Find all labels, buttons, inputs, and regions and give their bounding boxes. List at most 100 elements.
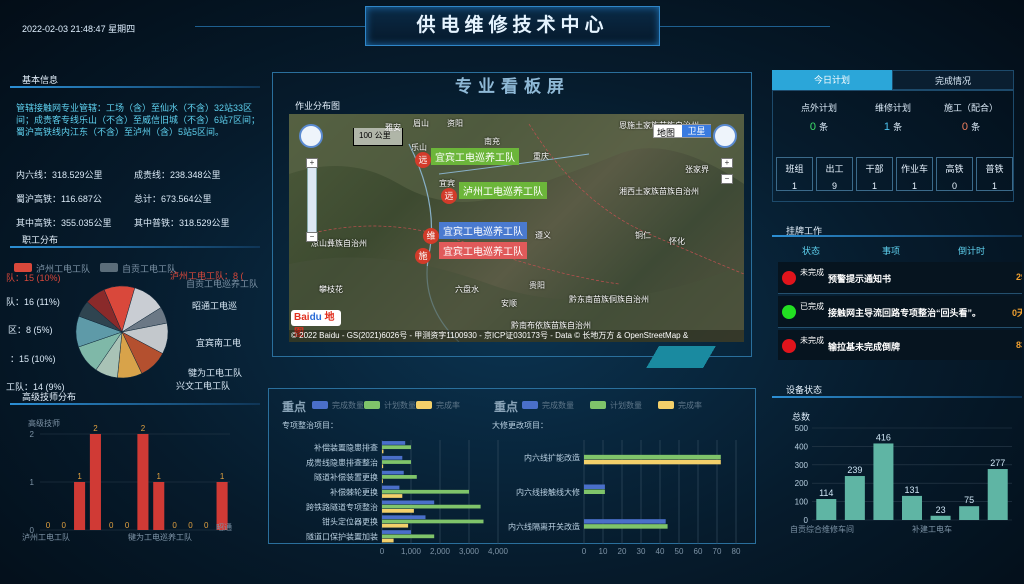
bar <box>382 485 400 490</box>
bar <box>382 523 409 528</box>
legend-swatch <box>416 401 432 409</box>
place-label: 安顺 <box>501 299 517 308</box>
tick-label: 60 <box>694 547 703 556</box>
map-marker[interactable]: 远 <box>441 188 457 204</box>
category-label: 内六线接触线大修 <box>516 487 580 497</box>
crew-value: 0 <box>951 181 957 191</box>
place-label: 眉山 <box>413 119 429 128</box>
focus-legend-left: 重点 完成数量 计划数量 完成率 <box>282 398 522 414</box>
scale-label: 100 公里 <box>359 131 391 140</box>
legend-label[interactable]: 完成数量 <box>332 400 364 411</box>
col-item: 事项 <box>882 246 901 256</box>
tick-label: 0 <box>582 547 587 556</box>
task-row[interactable]: 未完成 预警提示通知书 29 <box>778 262 1022 294</box>
legend-label[interactable]: 完成数量 <box>542 400 574 411</box>
bar <box>382 515 426 520</box>
task-countdown: 83 <box>1015 340 1022 350</box>
team-label[interactable]: 泸州工电巡养工队 <box>459 182 547 199</box>
datetime: 2022-02-03 21:48:47 星期四 <box>22 24 136 34</box>
place-label: 重庆 <box>533 152 549 161</box>
map-type-satellite[interactable]: 卫星 <box>682 125 711 137</box>
bar <box>382 445 411 450</box>
task-text: 预警提示通知书 <box>828 274 892 284</box>
stat-line: 成贵线：238.348公里 <box>134 170 221 180</box>
equipment-xlabel: 自贡综合维修车间 <box>790 525 854 534</box>
crew-cell: 作业车 1 <box>896 157 933 191</box>
place-label: 怀化 <box>669 237 685 246</box>
task-row[interactable]: 未完成 输拉基未完成倒牌 83 <box>778 330 1022 360</box>
bar <box>584 459 721 465</box>
data-label: 0 <box>109 521 114 530</box>
data-label: 131 <box>904 485 919 495</box>
team-label[interactable]: 宜宾工电巡养工队 <box>431 148 519 165</box>
kpi-value: 0 <box>961 121 969 133</box>
kpi-label: 维修计划 <box>874 103 911 113</box>
basic-info-desc: 管辖接触网专业管辖：工场（含）至仙水（不含）32站33区间；成贵客专线乐山（不含… <box>16 103 261 137</box>
tick-label: 200 <box>795 479 809 488</box>
crew-value: 1 <box>791 181 797 191</box>
task-row[interactable]: 已完成 接触网主导流回路专项整治“回头看”。 0天 <box>778 296 1022 328</box>
map-marker[interactable]: 施 <box>415 248 431 264</box>
pie-label: 队：16 (11%) <box>6 297 60 307</box>
legend-label[interactable]: 完成率 <box>678 400 702 411</box>
crew-value: 1 <box>911 181 917 191</box>
crew-cell: 高铁 0 <box>936 157 973 191</box>
bar <box>382 449 384 454</box>
crew-label: 出工 <box>825 164 844 174</box>
crew-value: 1 <box>991 181 997 191</box>
crew-label: 高铁 <box>945 164 964 174</box>
tick-label: 2,000 <box>430 547 451 556</box>
task-countdown: 29 <box>1015 272 1022 282</box>
basic-info-line <box>10 86 260 88</box>
zoom-in-button[interactable]: + <box>306 158 318 168</box>
team-label[interactable]: 宜宾工电巡养工队 <box>439 222 527 239</box>
crew-cell: 普铁 1 <box>976 157 1013 191</box>
tab-today-plan[interactable]: 今日计划 <box>772 70 892 90</box>
legend-label[interactable]: 完成率 <box>436 400 460 411</box>
place-label: 贵阳 <box>529 281 545 290</box>
map-type-map[interactable]: 地图 <box>657 126 675 139</box>
legend-swatch <box>522 401 538 409</box>
tick-label: 10 <box>599 547 608 556</box>
kpi: 维修计划 1 条 <box>863 101 923 133</box>
skill-title: 高级技师分布 <box>22 392 77 402</box>
crew-value: 1 <box>871 181 877 191</box>
tasks-line <box>772 235 1022 237</box>
task-countdown: 0天 <box>1011 308 1022 318</box>
pan-control-right[interactable] <box>713 124 737 148</box>
pan-control[interactable] <box>299 124 323 148</box>
task-list[interactable]: 未完成 预警提示通知书 29 已完成 接触网主导流回路专项整治“回头看”。 0天… <box>778 262 1022 360</box>
legend-label[interactable]: 计划数量 <box>384 400 416 411</box>
bar <box>382 519 484 524</box>
equipment-xlabel: 补建工电车 <box>912 525 952 534</box>
data-label: 23 <box>936 505 946 515</box>
legend-label[interactable]: 计划数量 <box>610 400 642 411</box>
crew-label: 班组 <box>785 164 804 174</box>
zoom-out-button-right[interactable]: − <box>721 174 733 184</box>
tick-label: 2 <box>30 430 35 439</box>
bar <box>844 476 865 520</box>
map-marker[interactable]: 远 <box>415 152 431 168</box>
bar <box>382 470 404 475</box>
focus-title: 重点 <box>494 400 519 414</box>
zoom-slider[interactable] <box>307 158 317 242</box>
data-label: 416 <box>876 432 891 442</box>
stat-line: 总计：673.564公里 <box>134 194 212 204</box>
zoom-in-button-right[interactable]: + <box>721 158 733 168</box>
scale-bar: 100 公里 <box>353 128 403 146</box>
zoom-out-button[interactable]: − <box>306 232 318 242</box>
map-marker[interactable]: 维 <box>423 228 439 244</box>
kpi-unit: 条 <box>819 122 829 132</box>
team-label[interactable]: 宜宾工电巡养工队 <box>439 242 527 259</box>
tab-completion[interactable]: 完成情况 <box>892 70 1014 90</box>
bar <box>382 508 414 513</box>
bar <box>902 495 922 520</box>
kpi: 施工（配合） 0 条 <box>935 101 1007 133</box>
kpi-label: 施工（配合） <box>943 103 998 113</box>
focus-left-chart: 0 1,000 2,000 3,000 4,000补偿装置隐患排查成贵线隐患排查整治隧道… <box>306 440 509 556</box>
data-label: 0 <box>62 521 67 530</box>
skill-xlabel: 泸州工电工队 <box>22 533 70 542</box>
map-view[interactable]: 雅安 眉山 资阳 乐山 南充 重庆 恩施土家族苗族自治州 张家界 湘西土家族苗族… <box>289 114 744 342</box>
category-label: 跨铁路隧道专项整治 <box>306 502 378 512</box>
category-label: 隧道口保护装置加装 <box>306 532 378 542</box>
